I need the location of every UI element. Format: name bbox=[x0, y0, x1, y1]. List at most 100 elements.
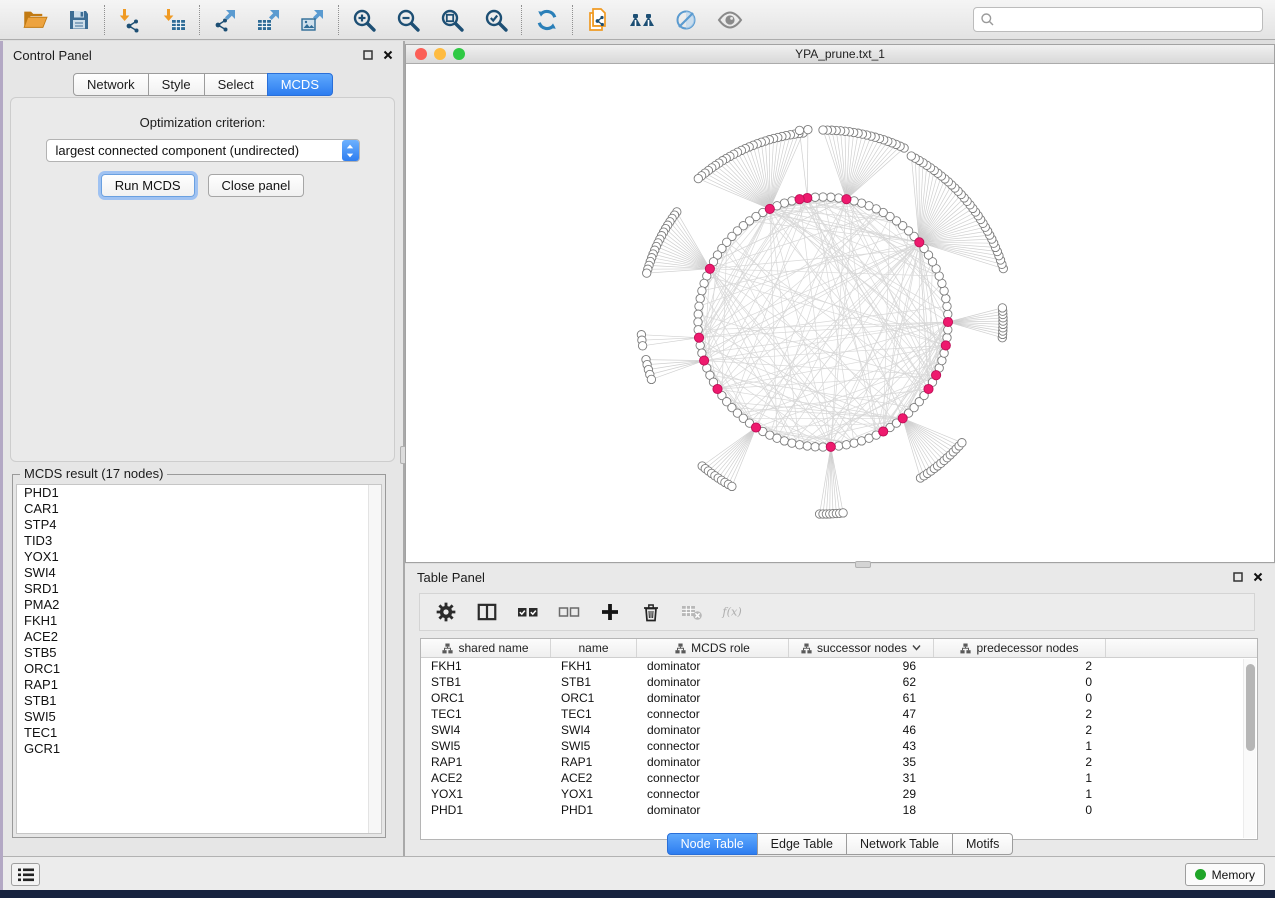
column-header-MCDS-role[interactable]: MCDS role bbox=[637, 639, 789, 657]
mcds-result-item[interactable]: CAR1 bbox=[17, 501, 381, 517]
import-table-icon[interactable] bbox=[159, 4, 189, 36]
tab-mcds[interactable]: MCDS bbox=[267, 73, 333, 96]
shared-column-icon bbox=[801, 643, 812, 654]
mcds-result-item[interactable]: STB1 bbox=[17, 693, 381, 709]
tab-style[interactable]: Style bbox=[148, 73, 205, 96]
table-cell: 31 bbox=[789, 770, 934, 786]
mcds-result-item[interactable]: FKH1 bbox=[17, 613, 381, 629]
shared-column-icon bbox=[675, 643, 686, 654]
close-panel-icon[interactable] bbox=[383, 48, 393, 63]
table-row[interactable]: FKH1FKH1dominator962 bbox=[421, 658, 1257, 674]
table-row[interactable]: TEC1TEC1connector472 bbox=[421, 706, 1257, 722]
table-cell: 18 bbox=[789, 802, 934, 818]
table-cell: 62 bbox=[789, 674, 934, 690]
refresh-layout-icon[interactable] bbox=[532, 4, 562, 36]
mcds-result-item[interactable]: YOX1 bbox=[17, 549, 381, 565]
horizontal-splitter-handle[interactable] bbox=[855, 561, 871, 568]
table-row[interactable]: SWI5SWI5connector431 bbox=[421, 738, 1257, 754]
mcds-result-item[interactable]: PHD1 bbox=[17, 485, 381, 501]
export-table-icon[interactable] bbox=[254, 4, 284, 36]
binoculars-icon[interactable] bbox=[627, 4, 657, 36]
mcds-result-item[interactable]: SWI4 bbox=[17, 565, 381, 581]
show-hide-icon[interactable] bbox=[715, 4, 745, 36]
network-window-titlebar[interactable]: YPA_prune.txt_1 bbox=[406, 45, 1274, 64]
network-canvas[interactable] bbox=[406, 64, 1274, 562]
column-header-predecessor-nodes[interactable]: predecessor nodes bbox=[934, 639, 1106, 657]
zoom-out-icon[interactable] bbox=[393, 4, 423, 36]
zoom-fit-icon[interactable] bbox=[437, 4, 467, 36]
scrollbar-track[interactable] bbox=[1243, 659, 1256, 838]
tab-motifs[interactable]: Motifs bbox=[952, 833, 1013, 855]
search-box[interactable] bbox=[973, 7, 1263, 32]
criterion-value: largest connected component (undirected) bbox=[56, 143, 300, 158]
tab-select[interactable]: Select bbox=[204, 73, 268, 96]
delete-table-icon bbox=[680, 600, 704, 624]
run-mcds-button[interactable]: Run MCDS bbox=[101, 174, 195, 197]
zoom-selected-icon[interactable] bbox=[481, 4, 511, 36]
zoom-in-icon[interactable] bbox=[349, 4, 379, 36]
toggle-details-icon[interactable] bbox=[671, 4, 701, 36]
mcds-result-item[interactable]: ORC1 bbox=[17, 661, 381, 677]
table-cell: FKH1 bbox=[551, 658, 637, 674]
table-row[interactable]: ORC1ORC1dominator610 bbox=[421, 690, 1257, 706]
close-panel-button[interactable]: Close panel bbox=[208, 174, 305, 197]
mcds-result-item[interactable]: PMA2 bbox=[17, 597, 381, 613]
table-cell: dominator bbox=[637, 690, 789, 706]
table-cell: 2 bbox=[934, 754, 1106, 770]
function-icon: f(x) bbox=[721, 600, 745, 624]
search-input[interactable] bbox=[995, 13, 1256, 27]
memory-button[interactable]: Memory bbox=[1185, 863, 1265, 886]
close-panel-icon[interactable] bbox=[1253, 570, 1263, 585]
table-cell: dominator bbox=[637, 674, 789, 690]
table-cell: 2 bbox=[934, 658, 1106, 674]
mcds-result-item[interactable]: SRD1 bbox=[17, 581, 381, 597]
import-network-icon[interactable] bbox=[115, 4, 145, 36]
float-panel-icon[interactable] bbox=[363, 48, 373, 63]
table-row[interactable]: STB1STB1dominator620 bbox=[421, 674, 1257, 690]
tab-edge-table[interactable]: Edge Table bbox=[757, 833, 847, 855]
mcds-result-item[interactable]: ACE2 bbox=[17, 629, 381, 645]
scrollbar-thumb[interactable] bbox=[1246, 664, 1255, 751]
table-cell: ACE2 bbox=[421, 770, 551, 786]
columns-icon[interactable] bbox=[475, 600, 499, 624]
tab-node-table[interactable]: Node Table bbox=[667, 833, 758, 855]
mcds-result-item[interactable]: TID3 bbox=[17, 533, 381, 549]
criterion-dropdown[interactable]: largest connected component (undirected) bbox=[46, 139, 360, 162]
mcds-result-list[interactable]: PHD1CAR1STP4TID3YOX1SWI4SRD1PMA2FKH1ACE2… bbox=[16, 484, 382, 834]
column-header-shared-name[interactable]: shared name bbox=[421, 639, 551, 657]
table-cell: dominator bbox=[637, 722, 789, 738]
tab-network-table[interactable]: Network Table bbox=[846, 833, 953, 855]
table-cell: SWI5 bbox=[421, 738, 551, 754]
task-history-button[interactable] bbox=[11, 863, 40, 886]
tab-network[interactable]: Network bbox=[73, 73, 149, 96]
table-row[interactable]: YOX1YOX1connector291 bbox=[421, 786, 1257, 802]
table-row[interactable]: ACE2ACE2connector311 bbox=[421, 770, 1257, 786]
save-session-icon[interactable] bbox=[64, 4, 94, 36]
export-image-icon[interactable] bbox=[298, 4, 328, 36]
export-network-icon[interactable] bbox=[210, 4, 240, 36]
table-row[interactable]: RAP1RAP1dominator352 bbox=[421, 754, 1257, 770]
add-row-icon[interactable] bbox=[598, 600, 622, 624]
gear-icon[interactable] bbox=[434, 600, 458, 624]
table-row[interactable]: SWI4SWI4dominator462 bbox=[421, 722, 1257, 738]
mcds-result-item[interactable]: STP4 bbox=[17, 517, 381, 533]
table-cell: YOX1 bbox=[421, 786, 551, 802]
float-panel-icon[interactable] bbox=[1233, 570, 1243, 585]
table-cell: PHD1 bbox=[421, 802, 551, 818]
mcds-result-item[interactable]: TEC1 bbox=[17, 725, 381, 741]
column-header-name[interactable]: name bbox=[551, 639, 637, 657]
mcds-result-item[interactable]: STB5 bbox=[17, 645, 381, 661]
table-cell: dominator bbox=[637, 754, 789, 770]
select-all-icon[interactable] bbox=[516, 600, 540, 624]
clone-network-icon[interactable] bbox=[583, 4, 613, 36]
network-graph[interactable] bbox=[406, 64, 1274, 562]
mcds-result-item[interactable]: RAP1 bbox=[17, 677, 381, 693]
mcds-result-item[interactable]: SWI5 bbox=[17, 709, 381, 725]
open-file-icon[interactable] bbox=[20, 4, 50, 36]
scrollbar-track[interactable] bbox=[368, 485, 381, 833]
column-header-successor-nodes[interactable]: successor nodes bbox=[789, 639, 934, 657]
mcds-result-item[interactable]: GCR1 bbox=[17, 741, 381, 757]
deselect-all-icon[interactable] bbox=[557, 600, 581, 624]
table-row[interactable]: PHD1PHD1dominator180 bbox=[421, 802, 1257, 818]
delete-row-icon[interactable] bbox=[639, 600, 663, 624]
